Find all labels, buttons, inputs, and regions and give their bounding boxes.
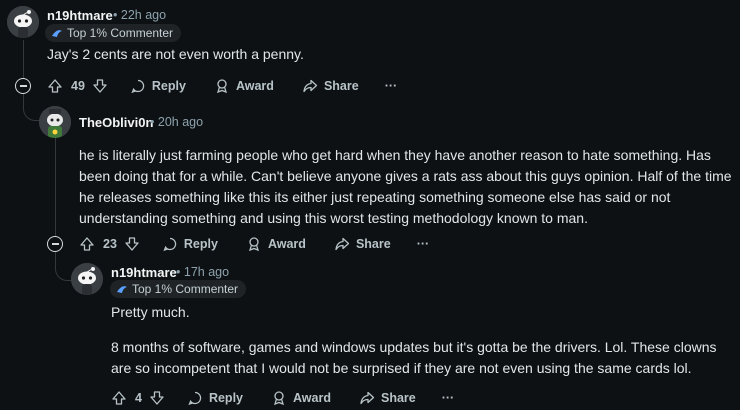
commenter-flair-icon [117, 286, 127, 293]
avatar[interactable] [7, 6, 39, 38]
upvote-button[interactable] [111, 390, 127, 406]
comment-author[interactable]: n19htmare [47, 8, 113, 23]
more-options-button[interactable]: ··· [442, 391, 455, 405]
upvote-icon [80, 237, 94, 251]
award-button[interactable]: Award [246, 236, 306, 252]
downvote-icon [125, 237, 139, 251]
share-button[interactable]: Share [334, 236, 391, 252]
avatar[interactable] [39, 106, 71, 138]
meta-separator: • [176, 265, 181, 279]
comment-body: Jay's 2 cents are not even worth a penny… [47, 44, 727, 65]
share-button[interactable]: Share [302, 78, 359, 94]
upvote-button[interactable] [47, 78, 63, 94]
snoo-avatar-icon [39, 106, 71, 138]
upvote-button[interactable] [79, 236, 95, 252]
meta-separator: • [113, 8, 118, 22]
comment-line: 8 months of software, games and windows … [111, 339, 717, 355]
comment-action-bar: 4 Reply Award Share ··· [111, 386, 454, 410]
collapse-thread-button[interactable] [47, 236, 63, 252]
downvote-button[interactable] [92, 78, 108, 94]
vote-count: 49 [71, 79, 85, 93]
comment-line: understanding something and using this w… [79, 210, 588, 226]
downvote-button[interactable] [149, 390, 165, 406]
downvote-button[interactable] [124, 236, 140, 252]
comment-paragraph: Jay's 2 cents are not even worth a penny… [47, 46, 304, 62]
flair-badge: Top 1% Commenter [45, 24, 182, 42]
reply-label: Reply [208, 391, 243, 405]
comment-timestamp[interactable]: 17h ago [184, 265, 229, 279]
share-label: Share [323, 79, 359, 93]
comment-timestamp[interactable]: 20h ago [158, 115, 203, 129]
share-button[interactable]: Share [359, 390, 416, 406]
upvote-icon [112, 391, 126, 405]
award-label: Award [235, 79, 274, 93]
avatar[interactable] [71, 263, 103, 295]
award-icon [274, 391, 284, 406]
thread-line-2 [55, 138, 56, 236]
reply-icon [163, 237, 177, 252]
comment-action-bar: 23 Reply Award Share ··· [79, 232, 429, 256]
comment-line: are so incompetent that I would not be s… [111, 360, 692, 376]
reply-button[interactable]: Reply [187, 390, 243, 406]
comment-body: Pretty much. 8 months of software, games… [111, 302, 736, 379]
vote-count: 4 [135, 391, 142, 405]
reply-label: Reply [183, 237, 218, 251]
reply-button[interactable]: Reply [130, 78, 186, 94]
award-icon [216, 79, 227, 94]
award-icon [248, 237, 259, 252]
comment-time: • 20h ago [150, 115, 203, 129]
upvote-icon [48, 79, 62, 93]
comment-time: • 17h ago [176, 265, 229, 279]
share-label: Share [355, 237, 391, 251]
comment-line: he releases something like this its eith… [79, 189, 671, 205]
comment-timestamp[interactable]: 22h ago [121, 8, 166, 22]
thread-line-1 [23, 40, 24, 80]
meta-separator: • [150, 115, 155, 129]
award-button[interactable]: Award [271, 390, 331, 406]
comment-action-bar: 49 Reply Award Share ··· [47, 74, 397, 98]
share-icon [303, 79, 318, 93]
comment-paragraph: Pretty much. [111, 304, 190, 320]
comment-body: he is literally just farming people who … [79, 145, 734, 229]
reply-icon [188, 391, 202, 406]
more-options-button[interactable]: ··· [385, 79, 398, 93]
commenter-flair-icon [52, 30, 62, 37]
comment-line: been doing that for a while. Can't belie… [79, 168, 732, 184]
comment-author[interactable]: n19htmare [111, 265, 177, 280]
reply-label: Reply [151, 79, 186, 93]
share-icon [335, 237, 350, 251]
more-options-button[interactable]: ··· [417, 237, 430, 251]
share-label: Share [380, 391, 416, 405]
comment-time: • 22h ago [113, 8, 166, 22]
downvote-icon [150, 391, 164, 405]
flair-text: Top 1% Commenter [67, 26, 174, 40]
comment-line: he is literally just farming people who … [79, 147, 711, 163]
reply-icon [131, 79, 145, 94]
downvote-icon [93, 79, 107, 93]
award-button[interactable]: Award [214, 78, 274, 94]
flair-badge: Top 1% Commenter [110, 280, 247, 298]
comment-author[interactable]: TheOblivi0n [79, 115, 153, 130]
award-label: Award [267, 237, 306, 251]
flair-text: Top 1% Commenter [132, 282, 239, 296]
snoo-avatar-icon [7, 6, 39, 38]
collapse-thread-button[interactable] [15, 78, 31, 94]
snoo-avatar-icon [71, 263, 103, 295]
reply-button[interactable]: Reply [162, 236, 218, 252]
vote-count: 23 [103, 237, 117, 251]
award-label: Award [293, 391, 331, 405]
share-icon [360, 391, 375, 405]
